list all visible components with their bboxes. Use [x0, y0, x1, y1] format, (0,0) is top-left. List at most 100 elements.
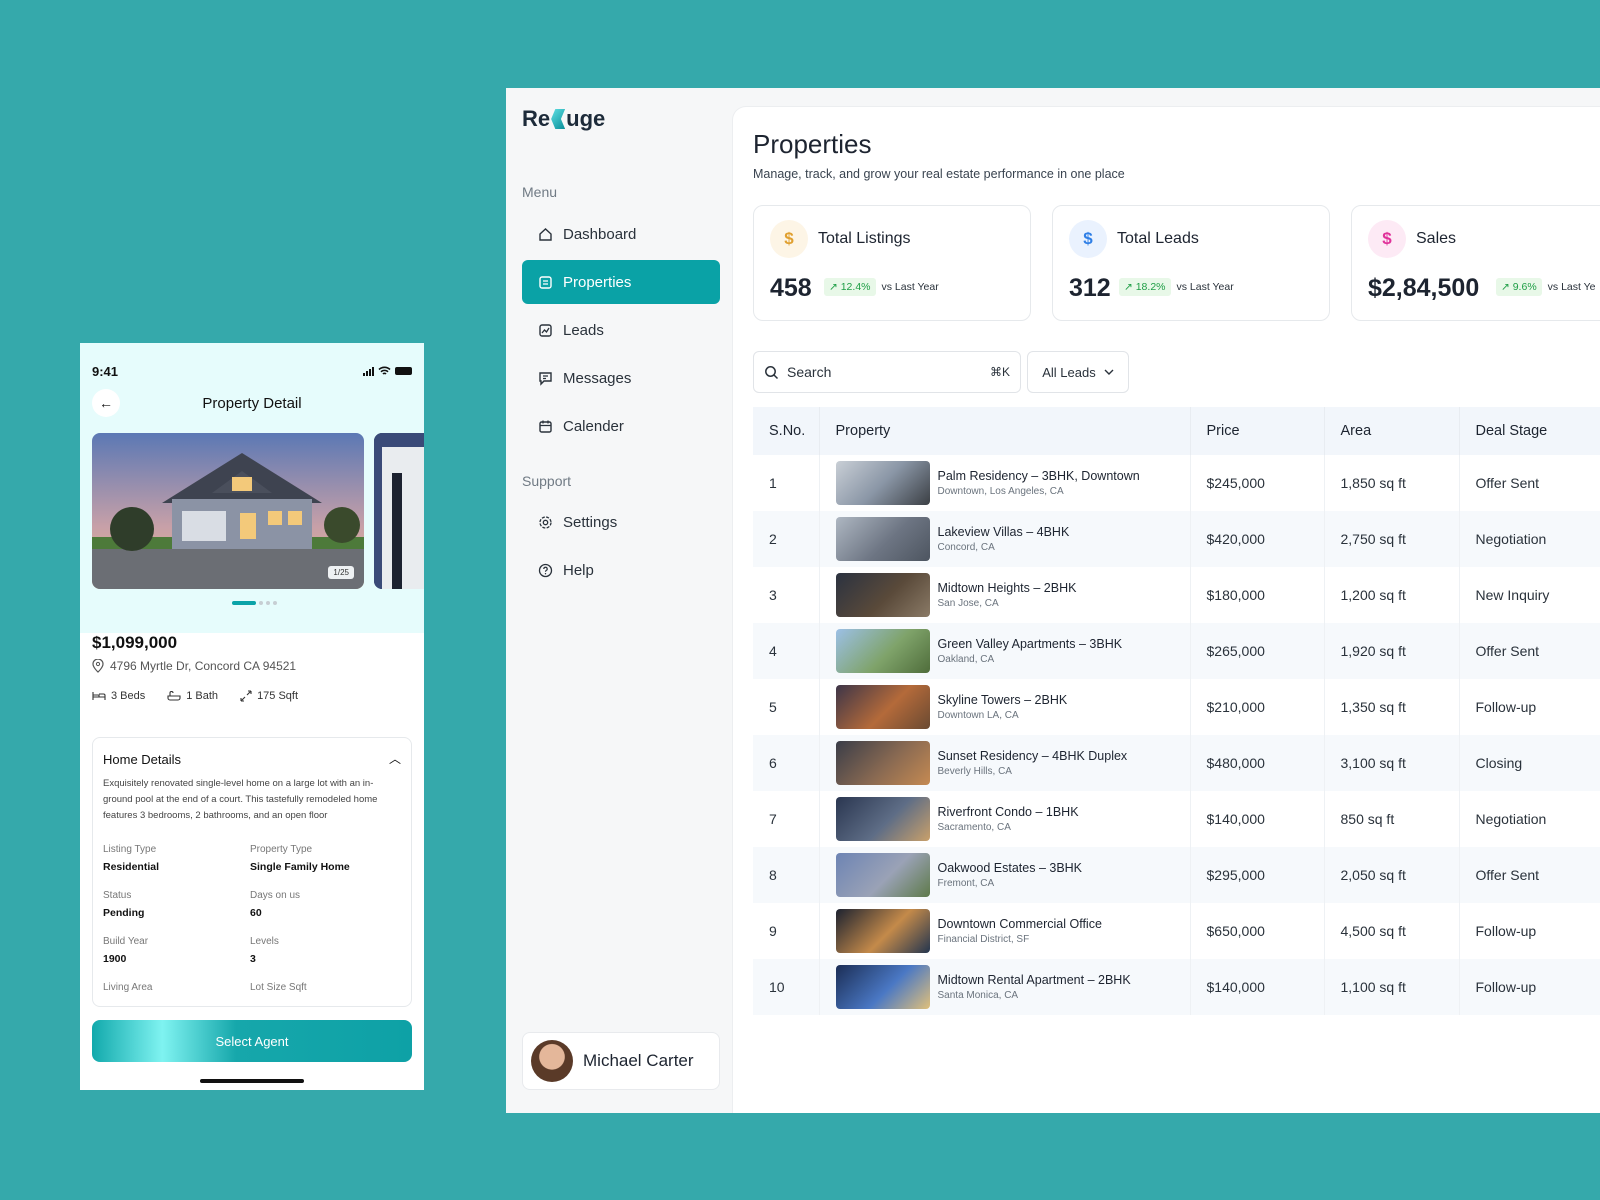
sidebar-item-messages[interactable]: Messages [522, 356, 720, 400]
table-row[interactable]: 9 Downtown Commercial Office Financial Dis… [753, 903, 1600, 959]
user-name: Michael Carter [583, 1051, 694, 1070]
detail-key: Property Type [250, 844, 313, 855]
property-name[interactable]: Green Valley Apartments – 3BHK [938, 637, 1123, 651]
sidebar-item-settings[interactable]: Settings [522, 500, 720, 544]
chevron-up-icon[interactable]: ︿ [389, 750, 401, 767]
chevron-down-icon [1104, 369, 1114, 375]
property-name[interactable]: Sunset Residency – 4BHK Duplex [938, 749, 1128, 763]
search-icon [765, 365, 779, 379]
sidebar-item-properties[interactable]: Properties [522, 260, 720, 304]
column-header-deal-stage[interactable]: Deal Stage [1459, 407, 1600, 455]
property-name[interactable]: Midtown Rental Apartment – 2BHK [938, 973, 1131, 987]
column-header-price[interactable]: Price [1190, 407, 1325, 455]
property-location: Concord, CA [937, 542, 995, 553]
detail-key: Levels [250, 936, 279, 947]
logo-text-left: Re [522, 106, 551, 131]
property-thumbnail[interactable] [835, 965, 930, 1009]
home-indicator [200, 1079, 304, 1083]
detail-listing-type: Listing Type Residential [103, 844, 159, 873]
properties-table: S.No. Property Price Area Deal Stage 1 Pa… [753, 407, 1600, 1015]
home-details-title: Home Details [103, 752, 182, 767]
leads-filter-dropdown[interactable]: All Leads [1027, 351, 1129, 393]
growth-value: 18.2% [1135, 281, 1166, 293]
cell-property: Midtown Heights – 2BHK San Jose, CA [819, 567, 1191, 623]
cell-price: $140,000 [1190, 791, 1325, 847]
logo[interactable]: Re uge [522, 106, 605, 132]
property-thumbnail[interactable] [835, 797, 930, 841]
property-thumbnail[interactable] [835, 461, 930, 505]
table-row[interactable]: 4 Green Valley Apartments – 3BHK Oakland, … [753, 623, 1600, 679]
property-price: $1,099,000 [92, 633, 178, 652]
cell-sno: 5 [753, 679, 820, 735]
cell-price: $650,000 [1190, 903, 1325, 959]
sidebar-item-label: Leads [563, 321, 604, 339]
property-thumbnail[interactable] [835, 685, 930, 729]
cell-area: 4,500 sq ft [1324, 903, 1460, 959]
detail-value: Single Family Home [250, 861, 350, 873]
table-row[interactable]: 5 Skyline Towers – 2BHK Downtown LA, CA $21… [753, 679, 1600, 735]
resize-icon [240, 690, 252, 702]
cell-deal-stage: Closing [1459, 735, 1600, 791]
sidebar-item-help[interactable]: Help [522, 548, 720, 592]
cell-price: $180,000 [1190, 567, 1325, 623]
property-thumbnail[interactable] [835, 517, 930, 561]
cell-sno: 10 [753, 959, 820, 1015]
property-name[interactable]: Oakwood Estates – 3BHK [938, 861, 1083, 875]
property-thumbnail[interactable] [835, 741, 930, 785]
table-row[interactable]: 10 Midtown Rental Apartment – 2BHK Santa M… [753, 959, 1600, 1015]
sidebar-item-label: Dashboard [563, 225, 637, 243]
property-thumbnail[interactable] [835, 853, 930, 897]
property-address: 4796 Myrtle Dr, Concord CA 94521 [92, 659, 296, 673]
dollar-icon: $ [1069, 220, 1107, 258]
sidebar-item-leads[interactable]: Leads [522, 308, 720, 352]
cell-property: Sunset Residency – 4BHK Duplex Beverly Hi… [819, 735, 1191, 791]
table-row[interactable]: 7 Riverfront Condo – 1BHK Sacramento, CA $1… [753, 791, 1600, 847]
page-title: Property Detail [202, 395, 302, 412]
detail-value: Residential [103, 861, 160, 873]
property-location: Downtown, Los Angeles, CA [937, 486, 1064, 497]
select-agent-button[interactable]: Select Agent [92, 1020, 412, 1062]
table-row[interactable]: 2 Lakeview Villas – 4BHK Concord, CA $420,0… [753, 511, 1600, 567]
cell-sno: 3 [753, 567, 820, 623]
detail-days-on-us: Days on us 60 [250, 890, 300, 919]
cell-deal-stage: Offer Sent [1459, 847, 1600, 903]
building-icon [539, 275, 552, 289]
table-row[interactable]: 6 Sunset Residency – 4BHK Duplex Beverly H… [753, 735, 1600, 791]
detail-key: Listing Type [103, 844, 157, 855]
column-header-area[interactable]: Area [1324, 407, 1460, 455]
growth-value: 12.4% [840, 281, 871, 293]
table-row[interactable]: 1 Palm Residency – 3BHK, Downtown Downtown… [753, 455, 1600, 511]
cell-deal-stage: Negotiation [1459, 791, 1600, 847]
cell-area: 850 sq ft [1324, 791, 1460, 847]
stat-label: Total Leads [1117, 230, 1199, 247]
sidebar-item-calender[interactable]: Calender [522, 404, 720, 448]
property-name[interactable]: Palm Residency – 3BHK, Downtown [938, 469, 1140, 483]
property-photo-next[interactable] [374, 433, 424, 589]
stat-card-sales: $ Sales $2,84,500 ↗ 9.6% vs Last Ye [1351, 205, 1600, 321]
property-name[interactable]: Lakeview Villas – 4BHK [938, 525, 1070, 539]
growth-badge: ↗ 18.2% [1119, 278, 1171, 296]
status-bar: 9:41 [92, 363, 412, 379]
sidebar-item-label: Messages [563, 369, 632, 387]
property-name[interactable]: Midtown Heights – 2BHK [938, 581, 1077, 595]
search-input[interactable] [787, 364, 982, 380]
property-photo[interactable]: 1/25 [92, 433, 364, 589]
search-field[interactable]: ⌘K [753, 351, 1021, 393]
wifi-icon [378, 366, 391, 375]
column-header-property[interactable]: Property [819, 407, 1191, 455]
column-header-sno[interactable]: S.No. [753, 407, 820, 455]
stat-label: Total Listings [818, 230, 911, 247]
logo-text-right: uge [566, 106, 606, 131]
property-thumbnail[interactable] [835, 629, 930, 673]
property-name[interactable]: Riverfront Condo – 1BHK [938, 805, 1079, 819]
property-name[interactable]: Downtown Commercial Office [938, 917, 1102, 931]
property-thumbnail[interactable] [835, 573, 930, 617]
baths-label: 1 Bath [186, 690, 219, 702]
sidebar-item-dashboard[interactable]: Dashboard [522, 212, 720, 256]
property-name[interactable]: Skyline Towers – 2BHK [938, 693, 1068, 707]
user-profile[interactable]: Michael Carter [522, 1032, 720, 1090]
table-row[interactable]: 3 Midtown Heights – 2BHK San Jose, CA $180,… [753, 567, 1600, 623]
sidebar-item-label: Settings [563, 513, 618, 531]
property-thumbnail[interactable] [835, 909, 930, 953]
table-row[interactable]: 8 Oakwood Estates – 3BHK Fremont, CA $295,0… [753, 847, 1600, 903]
